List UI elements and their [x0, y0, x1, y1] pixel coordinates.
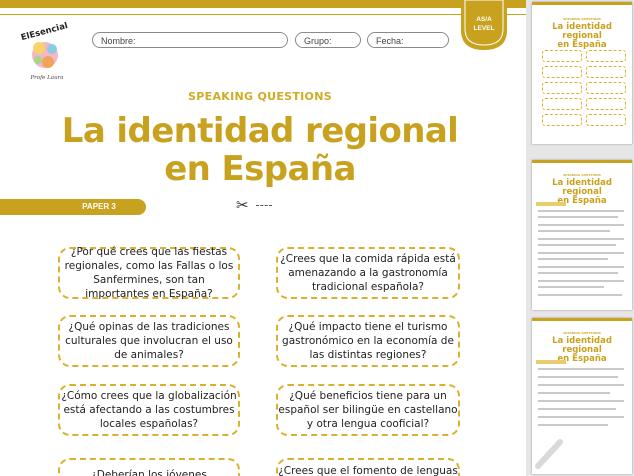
thumb-card — [586, 98, 626, 110]
thumb-title: La identidad regional en España — [532, 23, 632, 50]
level-badge-line2: LEVEL — [473, 25, 495, 32]
thumb-card — [586, 50, 626, 62]
question-card[interactable]: ¿Qué beneficios tiene para un español se… — [276, 384, 460, 436]
thumb-card — [586, 82, 626, 94]
page-thumbnail-1[interactable]: SPEAKING QUESTIONS La identidad regional… — [532, 2, 632, 144]
thumb-band — [536, 202, 566, 206]
logo-text: ElEsencial — [20, 22, 69, 43]
thumb-line — [538, 216, 618, 218]
scissors-icon: ✂ — [236, 196, 249, 214]
thumb-line — [538, 376, 618, 378]
title-line1: La identidad regional — [61, 111, 459, 151]
question-card[interactable]: ¿Qué opinas de las tradiciones culturale… — [58, 315, 240, 367]
question-card[interactable]: ¿Por qué crees que las fiestas regionale… — [58, 246, 240, 300]
question-text: ¿Qué opinas de las tradiciones culturale… — [65, 321, 233, 361]
thumb-title-line1: La identidad regional — [552, 22, 612, 41]
thumb-line — [538, 400, 624, 402]
paper-label: PAPER 3 — [82, 202, 116, 211]
thumb-line — [538, 286, 604, 288]
question-text: ¿Por qué crees que las fiestas regionale… — [64, 246, 234, 300]
thumb-card — [542, 50, 582, 62]
thumb-line — [538, 210, 624, 212]
thumb-accent-bar — [532, 2, 632, 5]
thumb-card — [586, 114, 626, 126]
thumb-title-line1: La identidad regional — [552, 178, 612, 197]
thumb-line — [538, 294, 622, 296]
thumb-line — [538, 408, 616, 410]
thumb-band — [536, 360, 566, 364]
thumb-line — [538, 230, 610, 232]
thumb-line — [538, 368, 624, 370]
group-field[interactable]: Grupo: — [295, 32, 361, 48]
thumb-card — [542, 114, 582, 126]
top-accent-line — [0, 14, 526, 15]
question-text: ¿Qué beneficios tiene para un español se… — [278, 390, 458, 430]
question-text: ¿Crees que el fomento de lenguas — [278, 465, 458, 476]
thumb-accent-bar — [532, 318, 632, 321]
level-badge-line1: AS/A — [476, 16, 492, 23]
logo-icon: ElEsencial Profe Laura — [20, 22, 69, 81]
thumb-card — [542, 82, 582, 94]
thumb-accent-bar — [532, 160, 632, 163]
question-text: ¿Crees que la comida rápida está amenaza… — [280, 253, 456, 293]
thumb-line — [538, 258, 608, 260]
thumb-line — [538, 272, 618, 274]
logo-subtext: Profe Laura — [29, 75, 63, 81]
cut-line — [256, 205, 272, 206]
thumb-line — [538, 266, 624, 268]
thumb-title-line2: en España — [557, 40, 607, 50]
question-card[interactable]: ¿Crees que el fomento de lenguas — [276, 458, 460, 476]
top-accent-bar — [0, 0, 526, 8]
date-field[interactable]: Fecha: — [367, 32, 449, 48]
question-text: ¿Qué impacto tiene el turismo gastronómi… — [282, 321, 454, 361]
thumb-line — [538, 424, 608, 426]
thumb-line — [538, 244, 616, 246]
thumb-line — [538, 416, 624, 418]
question-card[interactable]: ¿Deberían los jóvenes — [58, 458, 240, 476]
question-card[interactable]: ¿Qué impacto tiene el turismo gastronómi… — [276, 315, 460, 367]
level-badge: AS/A LEVEL — [461, 15, 507, 33]
thumb-kicker: SPEAKING QUESTIONS — [563, 173, 601, 177]
page-thumbnail-2[interactable]: SPEAKING QUESTIONS La identidad regional… — [532, 160, 632, 310]
title-line2: en España — [164, 149, 356, 189]
thumb-kicker: SPEAKING QUESTIONS — [563, 17, 601, 21]
thumb-title-line1: La identidad regional — [552, 336, 612, 355]
page-title: La identidad regional en España — [0, 112, 520, 188]
thumb-line — [538, 392, 610, 394]
thumb-line — [538, 280, 624, 282]
question-card[interactable]: ¿Crees que la comida rápida está amenaza… — [276, 247, 460, 299]
thumb-card — [542, 98, 582, 110]
thumb-line — [538, 252, 624, 254]
question-text: ¿Cómo crees que la globalización está af… — [61, 390, 237, 430]
question-text: ¿Deberían los jóvenes — [91, 469, 207, 476]
thumb-card — [586, 66, 626, 78]
watermark-icon — [535, 439, 563, 469]
thumb-kicker: SPEAKING QUESTIONS — [563, 331, 601, 335]
worksheet-page: ElEsencial Profe Laura Nombre: Grupo: Fe… — [0, 0, 526, 476]
thumb-line — [538, 384, 624, 386]
question-card[interactable]: ¿Cómo crees que la globalización está af… — [58, 384, 240, 436]
name-field[interactable]: Nombre: — [92, 32, 288, 48]
thumb-card — [542, 66, 582, 78]
thumb-line — [538, 224, 624, 226]
page-thumbnail-3[interactable]: SPEAKING QUESTIONS La identidad regional… — [532, 318, 632, 474]
section-kicker: SPEAKING QUESTIONS — [188, 90, 332, 103]
thumb-line — [538, 238, 624, 240]
